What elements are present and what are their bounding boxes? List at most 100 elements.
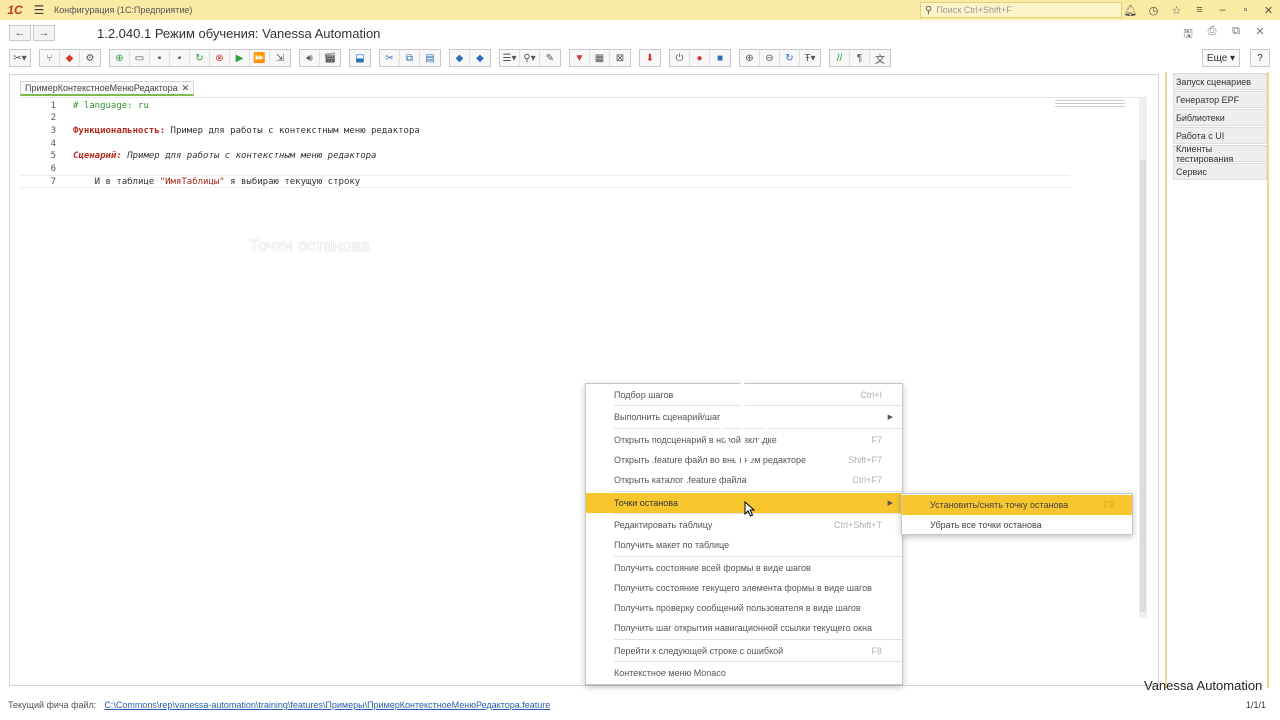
context-menu-item[interactable]: Контекстное меню Monaco — [586, 663, 902, 683]
context-menu-item[interactable]: Получить состояние текущего элемента фор… — [586, 578, 902, 598]
hamburger-menu-icon[interactable]: ☰ — [30, 0, 48, 20]
status-bar: Текущий фича файл: C:\Commons\rep\vaness… — [0, 697, 1280, 713]
find-dropdown-icon[interactable]: ⚲▾ — [520, 50, 540, 66]
move-down-icon[interactable]: ◆ — [470, 50, 490, 66]
minimize-icon[interactable]: – — [1211, 4, 1234, 16]
context-menu-item[interactable]: Подбор шагов Ctrl+I — [586, 385, 902, 405]
context-menu-item[interactable]: Получить состояние всей формы в виде шаг… — [586, 558, 902, 578]
bookmark-icon[interactable]: ▼ — [570, 50, 590, 66]
maximize-icon[interactable]: ▫ — [1234, 4, 1257, 16]
context-menu-item[interactable]: Редактировать таблицу Ctrl+Shift+T — [586, 515, 902, 535]
line-number[interactable]: 4 — [20, 139, 56, 149]
settings-list-icon[interactable]: ≡ — [1188, 4, 1211, 16]
menu-item-label: Получить макет по таблице — [614, 540, 730, 550]
tools-dropdown-icon[interactable]: ✂▾ — [10, 50, 30, 66]
comment-icon[interactable]: // — [830, 50, 850, 66]
translate-icon[interactable]: 文 — [870, 50, 890, 66]
clear-icon[interactable]: ⊠ — [610, 50, 630, 66]
code-line[interactable]: 2 — [20, 112, 1070, 125]
bell-icon[interactable]: 🔔︎ — [1119, 4, 1142, 17]
context-menu-item[interactable]: Получить макет по таблице — [586, 535, 902, 555]
context-menu-item[interactable]: Получить проверку сообщений пользователя… — [586, 598, 902, 618]
power-icon[interactable]: ⏻ — [670, 50, 690, 66]
reload-icon[interactable]: ↻ — [780, 50, 800, 66]
run-all-icon[interactable]: ⏩ — [250, 50, 270, 66]
submenu-item[interactable]: Убрать все точки останова — [902, 515, 1132, 535]
right-panel-item[interactable]: Работа с UI — [1173, 127, 1267, 144]
save-form-icon[interactable]: 🖫︎ — [1178, 25, 1198, 44]
tab-close-icon[interactable]: ✕ — [182, 83, 190, 94]
save-all-icon[interactable]: ▪ — [170, 50, 190, 66]
context-menu-item[interactable]: Открыть подсценарий в новой вкладке F7 — [586, 430, 902, 450]
font-dropdown-icon[interactable]: Ŧ▾ — [800, 50, 820, 66]
feature-file-link[interactable]: C:\Commons\rep\vanessa-automation\traini… — [104, 700, 550, 710]
open-folder-icon[interactable]: ▭ — [130, 50, 150, 66]
right-panel-item[interactable]: Сервис — [1173, 163, 1267, 180]
code-line[interactable]: 5 Сценарий: Пример для работы с контекстн… — [20, 150, 1070, 163]
paste-icon[interactable]: ▤ — [420, 50, 440, 66]
history-icon[interactable]: ◷ — [1142, 4, 1165, 17]
right-panel-item[interactable]: Генератор EPF — [1173, 91, 1267, 108]
right-panel-item[interactable]: Запуск сценариев — [1173, 73, 1267, 90]
editor-scrollbar[interactable] — [1139, 98, 1147, 618]
speaker-icon[interactable]: 🔊︎ — [300, 50, 320, 66]
refresh-icon[interactable]: ↻ — [190, 50, 210, 66]
highlight-icon[interactable]: ✎ — [540, 50, 560, 66]
context-menu-item[interactable]: Перейти к следующей строке с ошибкой F8 — [586, 641, 902, 661]
line-number[interactable]: 1 — [20, 101, 56, 111]
close-icon[interactable]: ✕ — [1257, 4, 1280, 17]
code-text: Функциональность: Пример для работы с ко… — [73, 126, 420, 136]
zoom-out-icon[interactable]: ⊖ — [760, 50, 780, 66]
code-line[interactable]: 6 — [20, 163, 1070, 176]
code-line[interactable]: 1 # language: ru — [20, 99, 1070, 112]
move-up-icon[interactable]: ◆ — [450, 50, 470, 66]
branch-icon[interactable]: ⑂ — [40, 50, 60, 66]
code-line[interactable]: 7 И в таблице "ИмяТаблицы" я выбираю тек… — [20, 175, 1070, 189]
help-button[interactable]: ? — [1250, 49, 1270, 67]
list-dropdown-icon[interactable]: ☰▾ — [500, 50, 520, 66]
line-number[interactable]: 2 — [20, 113, 56, 123]
cut-icon[interactable]: ✂ — [380, 50, 400, 66]
context-menu-item[interactable]: Открыть каталог .feature файла Ctrl+F7 — [586, 470, 902, 490]
stop-record-icon[interactable]: ■ — [710, 50, 730, 66]
camera-icon[interactable]: 🎬︎ — [320, 50, 340, 66]
zoom-in-icon[interactable]: ⊕ — [740, 50, 760, 66]
context-menu-item[interactable]: Открыть .feature файл во внешнем редакто… — [586, 450, 902, 470]
save-icon[interactable]: ▪ — [150, 50, 170, 66]
right-panel-item[interactable]: Библиотеки — [1173, 109, 1267, 126]
git-icon[interactable]: ◆ — [60, 50, 80, 66]
right-panel-item[interactable]: Клиенты тестирования — [1173, 144, 1267, 164]
record-icon[interactable]: ● — [690, 50, 710, 66]
scrollbar-thumb[interactable] — [1140, 160, 1146, 612]
copy-icon[interactable]: ⧉ — [400, 50, 420, 66]
context-menu-item[interactable]: Получить шаг открытия навигационной ссыл… — [586, 618, 902, 638]
debug-marker-icon[interactable]: ⬇ — [640, 50, 660, 66]
detach-icon[interactable]: ⧉ — [1226, 25, 1246, 44]
editor-tab[interactable]: ПримерКонтекстноеМенюРедактора ✕ — [20, 81, 195, 96]
toolbar-group-edit: ✂ ⧉ ▤ — [379, 49, 441, 67]
context-menu-item[interactable]: Выполнить сценарий/шаг ▶ — [586, 407, 902, 427]
back-button[interactable]: ← — [9, 25, 31, 41]
gear-icon[interactable]: ⚙ — [80, 50, 100, 66]
star-icon[interactable]: ☆ — [1165, 4, 1188, 17]
form-close-icon[interactable]: ✕ — [1250, 25, 1270, 44]
plugin-icon[interactable]: ⬓ — [350, 50, 370, 66]
more-button[interactable]: Еще ▾ — [1202, 49, 1240, 67]
code-line[interactable]: 3 Функциональность: Пример для работы с к… — [20, 124, 1070, 137]
line-number[interactable]: 3 — [20, 126, 56, 136]
code-line[interactable]: 4 — [20, 137, 1070, 150]
forward-button[interactable]: → — [33, 25, 55, 41]
line-number[interactable]: 6 — [20, 164, 56, 174]
line-number[interactable]: 7 — [20, 177, 56, 187]
print-icon[interactable]: ⎙ — [1202, 25, 1222, 44]
code-editor[interactable]: 1 # language: ru 2 3 Функциональность: Приме… — [20, 97, 1147, 677]
table-icon[interactable]: ▦ — [590, 50, 610, 66]
add-icon[interactable]: ⊕ — [110, 50, 130, 66]
submenu-item[interactable]: Установить/снять точку останова F9 — [902, 495, 1132, 515]
line-number[interactable]: 5 — [20, 151, 56, 161]
run-icon[interactable]: ▶ — [230, 50, 250, 66]
stop-icon[interactable]: ⊗ — [210, 50, 230, 66]
global-search-input[interactable]: ⚲ Поиск Ctrl+Shift+F — [920, 2, 1122, 18]
format-icon[interactable]: ¶ — [850, 50, 870, 66]
step-icon[interactable]: ⇲ — [270, 50, 290, 66]
